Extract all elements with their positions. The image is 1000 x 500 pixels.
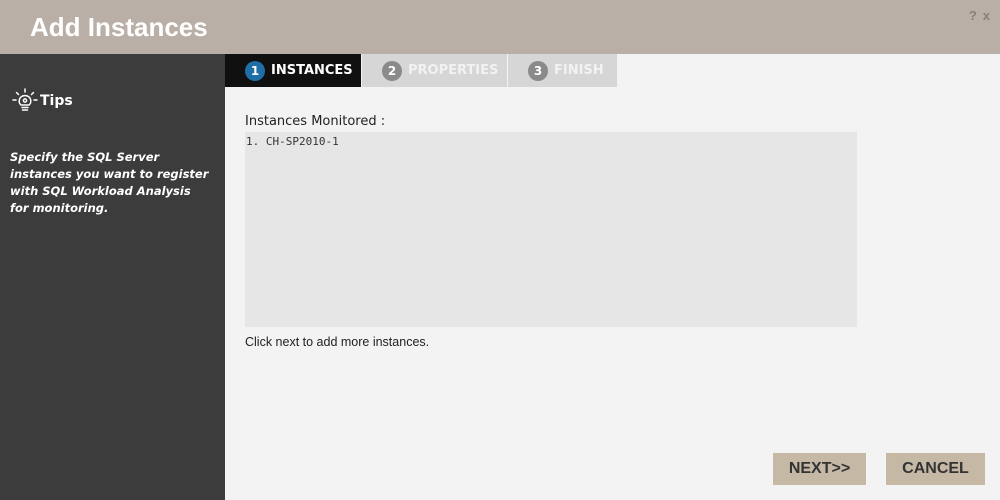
step-number: 1 <box>245 60 265 81</box>
help-icon[interactable]: ? <box>969 8 977 23</box>
dialog-title: Add Instances <box>30 12 208 42</box>
step-label: FINISH <box>554 63 604 78</box>
wizard-steps: 1 INSTANCES 2 PROPERTIES 3 FINISH <box>225 54 618 87</box>
step-label: INSTANCES <box>271 63 353 78</box>
step-label: PROPERTIES <box>408 63 499 78</box>
list-item: 1. CH-SP2010-1 <box>246 135 339 148</box>
cancel-button[interactable]: CANCEL <box>886 453 985 485</box>
step-number: 3 <box>528 60 548 81</box>
step-number: 2 <box>382 60 402 81</box>
tips-text: Specify the SQL Server instances you wan… <box>10 150 209 215</box>
hint-text: Click next to add more instances. <box>245 335 430 349</box>
tab-properties[interactable]: 2 PROPERTIES <box>362 54 508 87</box>
tips-header: Tips <box>12 88 73 114</box>
instances-list[interactable]: 1. CH-SP2010-1 <box>245 132 857 327</box>
title-actions: ? x <box>969 8 990 23</box>
title-bar: Add Instances ? x <box>0 0 1000 54</box>
next-button[interactable]: NEXT>> <box>773 453 866 485</box>
close-icon[interactable]: x <box>983 8 990 23</box>
lightbulb-icon <box>12 88 38 114</box>
tips-label: Tips <box>40 93 73 109</box>
tips-sidebar: Tips Specify the SQL Server instances yo… <box>0 54 225 500</box>
instances-monitored-label: Instances Monitored : <box>245 114 386 129</box>
tab-finish[interactable]: 3 FINISH <box>508 54 618 87</box>
add-instances-dialog: Add Instances ? x Tips Specify the SQL S… <box>0 0 1000 500</box>
tab-instances[interactable]: 1 INSTANCES <box>225 54 362 87</box>
